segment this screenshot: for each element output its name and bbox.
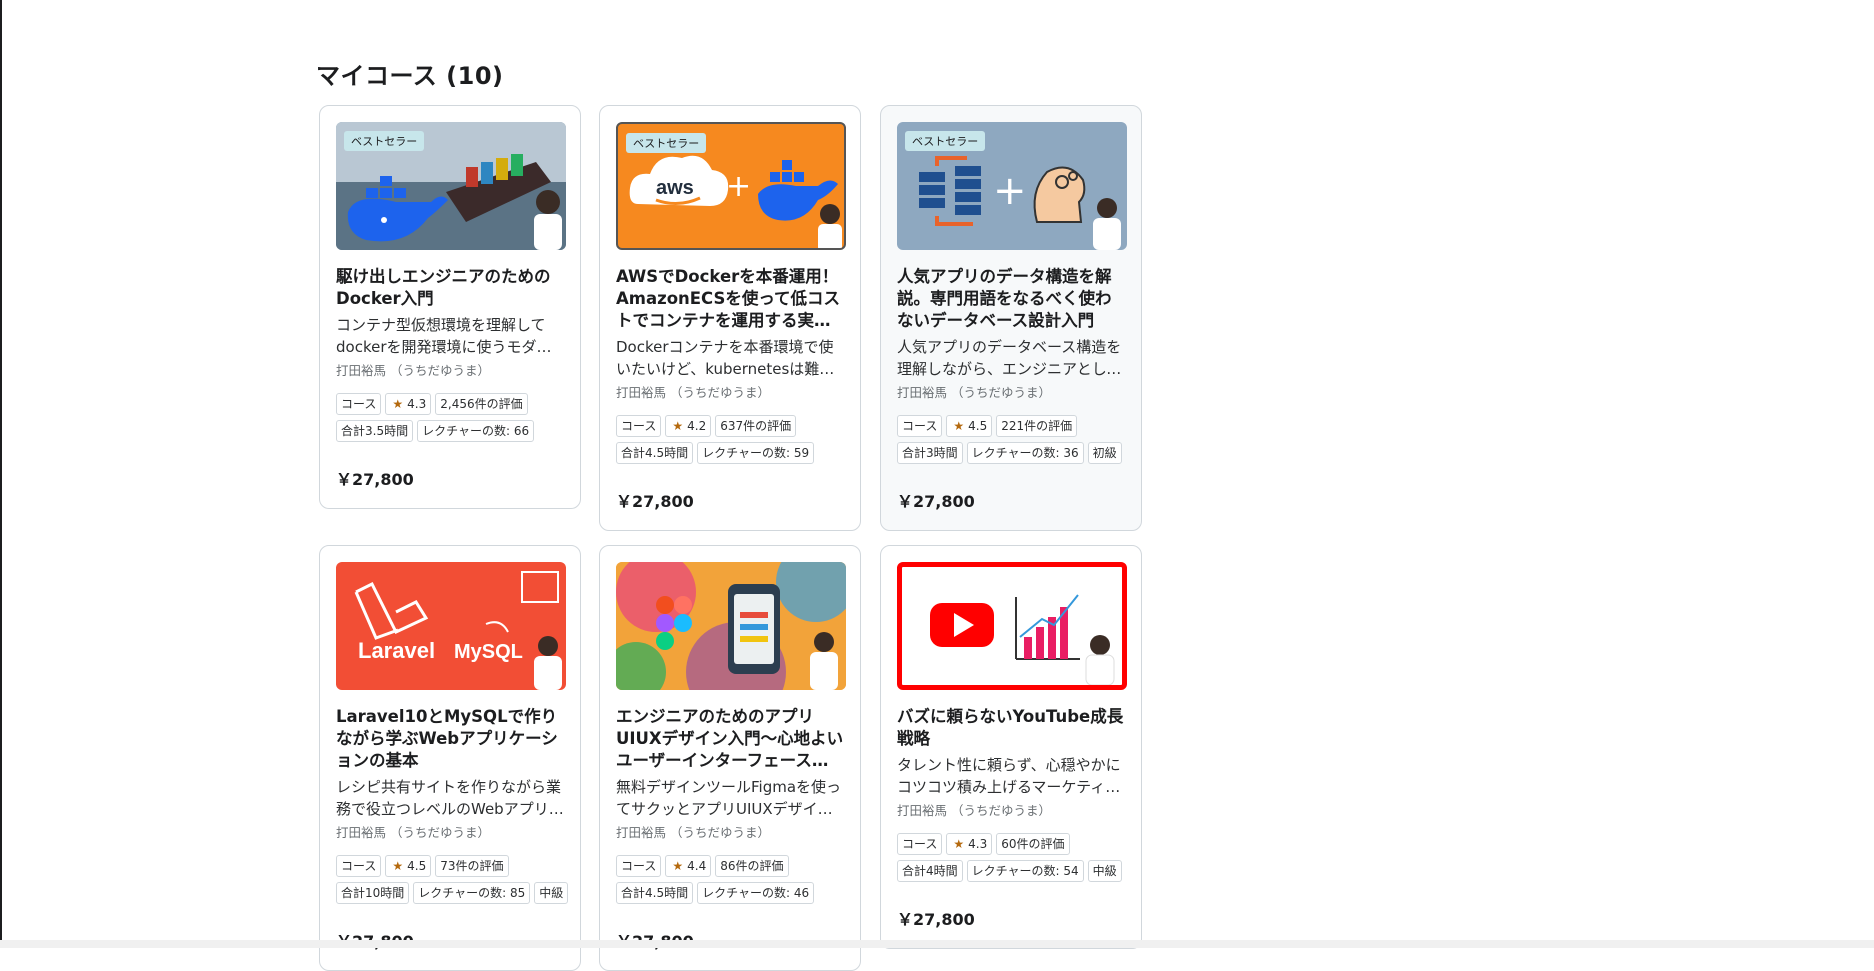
course-thumbnail[interactable]: ベストセラー (336, 122, 566, 250)
star-icon: ★ (392, 397, 404, 411)
course-author: 打田裕馬 （うちだゆうま） (336, 825, 490, 840)
course-meta: コース ★ 4.4 86件の評価 合計4.5時間 レクチャーの数: 46 (616, 855, 856, 904)
course-type-tag: コース (897, 415, 943, 437)
laravel-logo-text: Laravel (358, 638, 435, 663)
rating-value: 4.5 (407, 859, 427, 873)
course-type-tag: コース (336, 393, 382, 415)
star-icon: ★ (392, 859, 404, 873)
star-icon: ★ (953, 419, 965, 433)
lectures-tag: レクチャーの数: 85 (413, 882, 531, 904)
hours-tag: 合計3.5時間 (336, 420, 414, 442)
course-description: 人気アプリのデータベース構造を理解しながら、エンジニアとしての設計力を身につける (897, 338, 1122, 378)
course-meta: コース ★ 4.5 73件の評価 合計10時間 レクチャーの数: 85 中級 (336, 855, 576, 904)
course-thumbnail[interactable]: + ベストセラー (897, 122, 1127, 250)
course-description: コンテナ型仮想環境を理解してdockerを開発環境に使うモダンな開発手法を学ぶ (336, 316, 552, 356)
course-card[interactable]: バズに頼らないYouTube成長戦略 タレント性に頼らず、心穏やかにコツコツ積み… (880, 545, 1142, 949)
window-left-border (0, 0, 2, 948)
course-thumbnail[interactable] (897, 562, 1127, 690)
reviews-tag: 221件の評価 (996, 415, 1078, 437)
course-title[interactable]: 人気アプリのデータ構造を解説。専門用語をなるべく使わないデータベース設計入門 (897, 266, 1125, 332)
mysql-logo-text: MySQL (454, 641, 523, 663)
rating-tag: ★ 4.5 (946, 415, 993, 437)
bestseller-badge: ベストセラー (626, 133, 707, 153)
course-description: Dockerコンテナを本番環境で使いたいけど、kubernetesは難しそう (616, 338, 835, 378)
rating-tag: ★ 4.4 (665, 855, 712, 877)
lectures-tag: レクチャーの数: 66 (417, 420, 535, 442)
lectures-tag: レクチャーの数: 54 (966, 860, 1084, 882)
rating-tag: ★ 4.2 (665, 415, 712, 437)
bestseller-badge: ベストセラー (905, 131, 986, 151)
course-author: 打田裕馬 （うちだゆうま） (897, 803, 1051, 818)
course-description: レシピ共有サイトを作りながら業務で役立つレベルのWebアプリケーション開発を学ぶ (336, 778, 564, 818)
rating-tag: ★ 4.3 (946, 833, 993, 855)
hours-tag: 合計3時間 (897, 442, 963, 464)
course-description: 無料デザインツールFigmaを使ってサクッとアプリUIUXデザインを学ぶ (616, 778, 842, 818)
level-tag: 中級 (1087, 860, 1122, 882)
course-type-tag: コース (336, 855, 382, 877)
course-thumbnail[interactable]: Laravel MySQL (336, 562, 566, 690)
course-title[interactable]: Laravel10とMySQLで作りながら学ぶWebアプリケーションの基本 (336, 706, 564, 772)
star-icon: ★ (672, 419, 684, 433)
course-author: 打田裕馬 （うちだゆうま） (616, 825, 770, 840)
course-price: ￥27,800 (897, 910, 975, 929)
course-thumbnail[interactable] (616, 562, 846, 690)
reviews-tag: 637件の評価 (715, 415, 797, 437)
youtube-growth-image (930, 594, 1115, 685)
course-price: ￥27,800 (897, 492, 975, 511)
course-card[interactable]: aws + ベストセラー AWSでDockerを本番運用！AmazonECSを使… (599, 105, 861, 531)
course-author: 打田裕馬 （うちだゆうま） (336, 363, 490, 378)
rating-tag: ★ 4.3 (385, 393, 432, 415)
star-icon: ★ (953, 837, 965, 851)
figma-uiux-image (616, 562, 846, 690)
course-title[interactable]: エンジニアのためのアプリUIUXデザイン入門〜心地よいユーザーインターフェースを… (616, 706, 844, 772)
rating-value: 4.4 (687, 859, 707, 873)
hours-tag: 合計4.5時間 (616, 442, 694, 464)
rating-tag: ★ 4.5 (385, 855, 432, 877)
laravel-mysql-image: Laravel MySQL (354, 571, 562, 690)
bestseller-badge: ベストセラー (344, 131, 425, 151)
hours-tag: 合計4時間 (897, 860, 963, 882)
aws-logo-text: aws (656, 177, 694, 199)
star-icon: ★ (672, 859, 684, 873)
course-type-tag: コース (616, 855, 662, 877)
course-card[interactable]: Laravel MySQL Laravel10とMySQLで作りながら学ぶWeb… (319, 545, 581, 971)
course-type-tag: コース (897, 833, 943, 855)
reviews-tag: 86件の評価 (715, 855, 789, 877)
rating-value: 4.3 (968, 837, 988, 851)
level-tag: 中級 (534, 882, 569, 904)
course-meta: コース ★ 4.5 221件の評価 合計3時間 レクチャーの数: 36 初級 (897, 415, 1137, 464)
course-card[interactable]: ベストセラー 駆け出しエンジニアのためのDocker入門 コンテナ型仮想環境を理… (319, 105, 581, 509)
course-thumbnail[interactable]: aws + ベストセラー (616, 122, 846, 250)
reviews-tag: 60件の評価 (996, 833, 1070, 855)
rating-value: 4.2 (687, 419, 707, 433)
level-tag: 初級 (1087, 442, 1122, 464)
rating-value: 4.5 (968, 419, 988, 433)
course-author: 打田裕馬 （うちだゆうま） (616, 385, 770, 400)
course-description: タレント性に頼らず、心穏やかにコツコツ積み上げるマーケティング戦略 (897, 756, 1121, 796)
course-type-tag: コース (616, 415, 662, 437)
hours-tag: 合計4.5時間 (616, 882, 694, 904)
lectures-tag: レクチャーの数: 59 (697, 442, 815, 464)
lectures-tag: レクチャーの数: 36 (966, 442, 1084, 464)
svg-text:+: + (993, 168, 1027, 214)
course-card[interactable]: + ベストセラー 人気アプリのデータ構造を解説。専門用語をなるべく使わないデータ… (880, 105, 1142, 531)
hours-tag: 合計10時間 (336, 882, 410, 904)
rating-value: 4.3 (407, 397, 427, 411)
course-title[interactable]: 駆け出しエンジニアのためのDocker入門 (336, 266, 564, 310)
page-title: マイコース (10) (316, 62, 504, 90)
course-price: ￥27,800 (336, 470, 414, 489)
course-meta: コース ★ 4.2 637件の評価 合計4.5時間 レクチャーの数: 59 (616, 415, 856, 464)
course-price: ￥27,800 (616, 492, 694, 511)
svg-text:+: + (726, 169, 751, 204)
reviews-tag: 73件の評価 (435, 855, 509, 877)
course-title[interactable]: AWSでDockerを本番運用！AmazonECSを使って低コストでコンテナを運… (616, 266, 844, 332)
lectures-tag: レクチャーの数: 46 (697, 882, 815, 904)
bottom-scroll-shadow (0, 940, 1874, 948)
course-author: 打田裕馬 （うちだゆうま） (897, 385, 1051, 400)
reviews-tag: 2,456件の評価 (435, 393, 528, 415)
course-title[interactable]: バズに頼らないYouTube成長戦略 (897, 706, 1125, 750)
course-card[interactable]: エンジニアのためのアプリUIUXデザイン入門〜心地よいユーザーインターフェースを… (599, 545, 861, 971)
course-meta: コース ★ 4.3 60件の評価 合計4時間 レクチャーの数: 54 中級 (897, 833, 1137, 882)
course-meta: コース ★ 4.3 2,456件の評価 合計3.5時間 レクチャーの数: 66 (336, 393, 576, 442)
